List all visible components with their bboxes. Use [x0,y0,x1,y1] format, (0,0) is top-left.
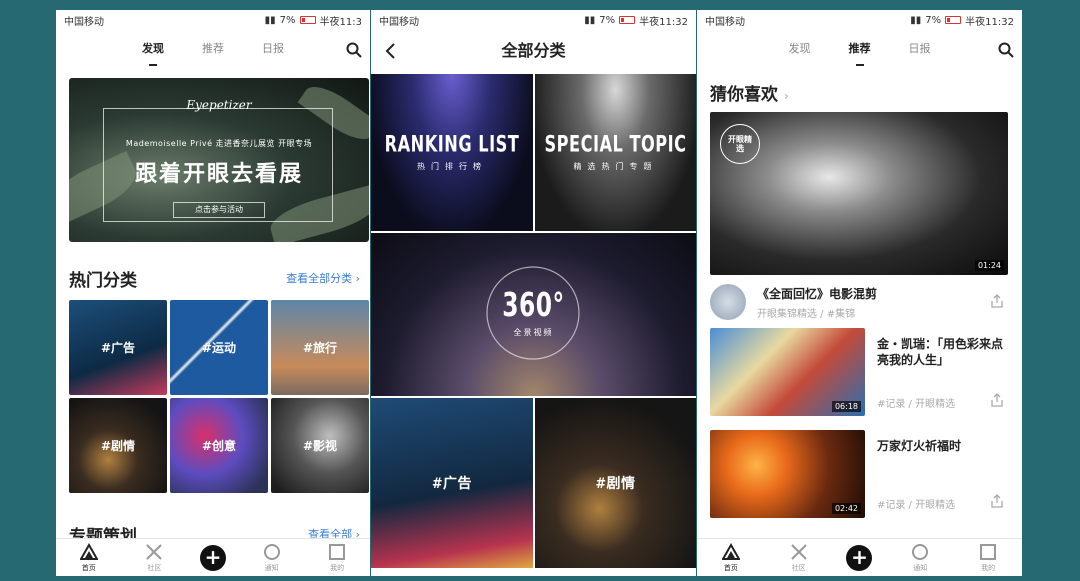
battery-icon [299,16,316,24]
video-thumbnail[interactable]: 06:18 [710,328,865,416]
share-icon[interactable] [990,294,1004,308]
video-duration: 01:24 [974,260,1004,271]
battery-percent: 7% [279,14,296,26]
community-icon [146,543,163,560]
featured-video-thumbnail[interactable]: 开眼精选 01:24 [710,112,1008,275]
view-all-categories-link[interactable]: 查看全部分类 › [286,270,360,286]
video-title[interactable]: 万家灯火祈福时 [877,438,1009,454]
battery-icon [619,16,636,24]
tab-recommend[interactable]: 推荐 [849,40,871,62]
hot-categories-title: 热门分类 [69,271,137,291]
profile-icon [329,543,346,560]
battery-percent: 7% [599,14,616,26]
all-categories-screen: 中国移动 ▮▮ 7% 半夜11:32 全部分类 RANKING LIST 热门排… [371,10,696,576]
page-title: 全部分类 [501,41,566,60]
video-meta: #记录 / 开眼精选 [877,399,956,410]
tile-360-video[interactable]: 360° 全景视频 [371,233,696,396]
tab-daily[interactable]: 日报 [262,40,284,62]
profile-icon [980,543,997,560]
tile-drama[interactable]: #剧情 [535,398,696,568]
home-icon [79,542,98,560]
clock: 半夜11:3 [319,16,362,28]
publish-button[interactable]: + [199,544,226,571]
share-icon[interactable] [990,393,1004,407]
tab-daily[interactable]: 日报 [909,40,931,62]
section-title[interactable]: 猜你喜欢 › [710,80,789,105]
event-banner[interactable]: Eyepetizer Mademoiselle Privé 走进香奈儿展览 开眼… [69,78,369,242]
top-tabs: 发现 推荐 日报 [697,36,1022,66]
category-film[interactable]: #影视 [271,398,369,493]
nav-notifications[interactable]: 通知 [900,543,940,573]
tab-recommend[interactable]: 推荐 [202,40,224,62]
nav-community[interactable]: 社区 [779,543,819,573]
category-ad[interactable]: #广告 [69,300,167,395]
signal-icon: ▮▮ [910,14,922,26]
nav-community[interactable]: 社区 [134,543,174,573]
banner-headline: 跟着开眼去看展 [134,162,303,187]
nav-notifications[interactable]: 通知 [252,543,292,573]
nav-profile[interactable]: 我的 [317,543,357,573]
notification-icon [912,543,929,560]
nav-home[interactable]: 首页 [711,542,751,573]
category-travel[interactable]: #旅行 [271,300,369,395]
tile-ad[interactable]: #广告 [371,398,533,568]
search-icon[interactable] [998,42,1014,58]
banner-subtitle: Mademoiselle Privé 走进香奈儿展览 开眼专场 [125,139,313,148]
battery-icon [945,16,962,24]
video-title[interactable]: 《全面回忆》电影混剪 [757,286,877,302]
carrier-label: 中国移动 [379,16,419,28]
video-meta: #记录 / 开眼精选 [877,500,956,511]
signal-icon: ▮▮ [264,14,276,26]
battery-percent: 7% [925,14,942,26]
notification-icon [263,543,280,560]
avatar[interactable] [710,284,746,320]
home-icon [721,542,740,560]
community-icon [790,543,807,560]
join-event-button[interactable]: 点击参与活动 [173,202,265,218]
share-icon[interactable] [990,494,1004,508]
nav-home[interactable]: 首页 [69,542,109,573]
brand-logo: Eyepetizer [186,98,252,112]
tab-discover[interactable]: 发现 [789,40,811,62]
bottom-nav: 首页 社区 + 通知 我的 [56,538,370,576]
recommend-screen: 中国移动 ▮▮ 7% 半夜11:32 发现 推荐 日报 猜你喜欢 › 开眼精选 … [697,10,1022,576]
video-duration: 06:18 [831,401,861,412]
video-thumbnail[interactable]: 02:42 [710,430,865,518]
clock: 半夜11:32 [965,16,1014,28]
carrier-label: 中国移动 [64,16,104,28]
tile-ranking-list[interactable]: RANKING LIST 热门排行榜 [371,74,533,231]
tab-discover[interactable]: 发现 [142,40,164,62]
category-creative[interactable]: #创意 [170,398,268,493]
nav-profile[interactable]: 我的 [968,543,1008,573]
publish-button[interactable]: + [846,544,873,571]
signal-icon: ▮▮ [584,14,596,26]
bottom-nav: 首页 社区 + 通知 我的 [697,538,1022,576]
category-sports[interactable]: #运动 [170,300,268,395]
status-bar: 中国移动 ▮▮ 7% 半夜11:3 [56,10,370,30]
video-meta: 开眼集锦精选 / #集锦 [757,309,856,320]
search-icon[interactable] [346,42,362,58]
category-drama[interactable]: #剧情 [69,398,167,493]
top-tabs: 发现 推荐 日报 [56,36,370,66]
status-bar: 中国移动 ▮▮ 7% 半夜11:32 [371,10,696,30]
editor-pick-badge: 开眼精选 [720,124,760,164]
discover-screen: 中国移动 ▮▮ 7% 半夜11:3 发现 推荐 日报 Eyepetizer Ma… [56,10,370,576]
carrier-label: 中国移动 [705,16,745,28]
clock: 半夜11:32 [639,16,688,28]
tile-special-topic[interactable]: SPECIAL TOPIC 精选热门专题 [535,74,696,231]
status-bar: 中国移动 ▮▮ 7% 半夜11:32 [697,10,1022,30]
video-title[interactable]: 金・凯瑞：「用色彩来点亮我的人生」 [877,336,1009,368]
video-duration: 02:42 [831,503,861,514]
